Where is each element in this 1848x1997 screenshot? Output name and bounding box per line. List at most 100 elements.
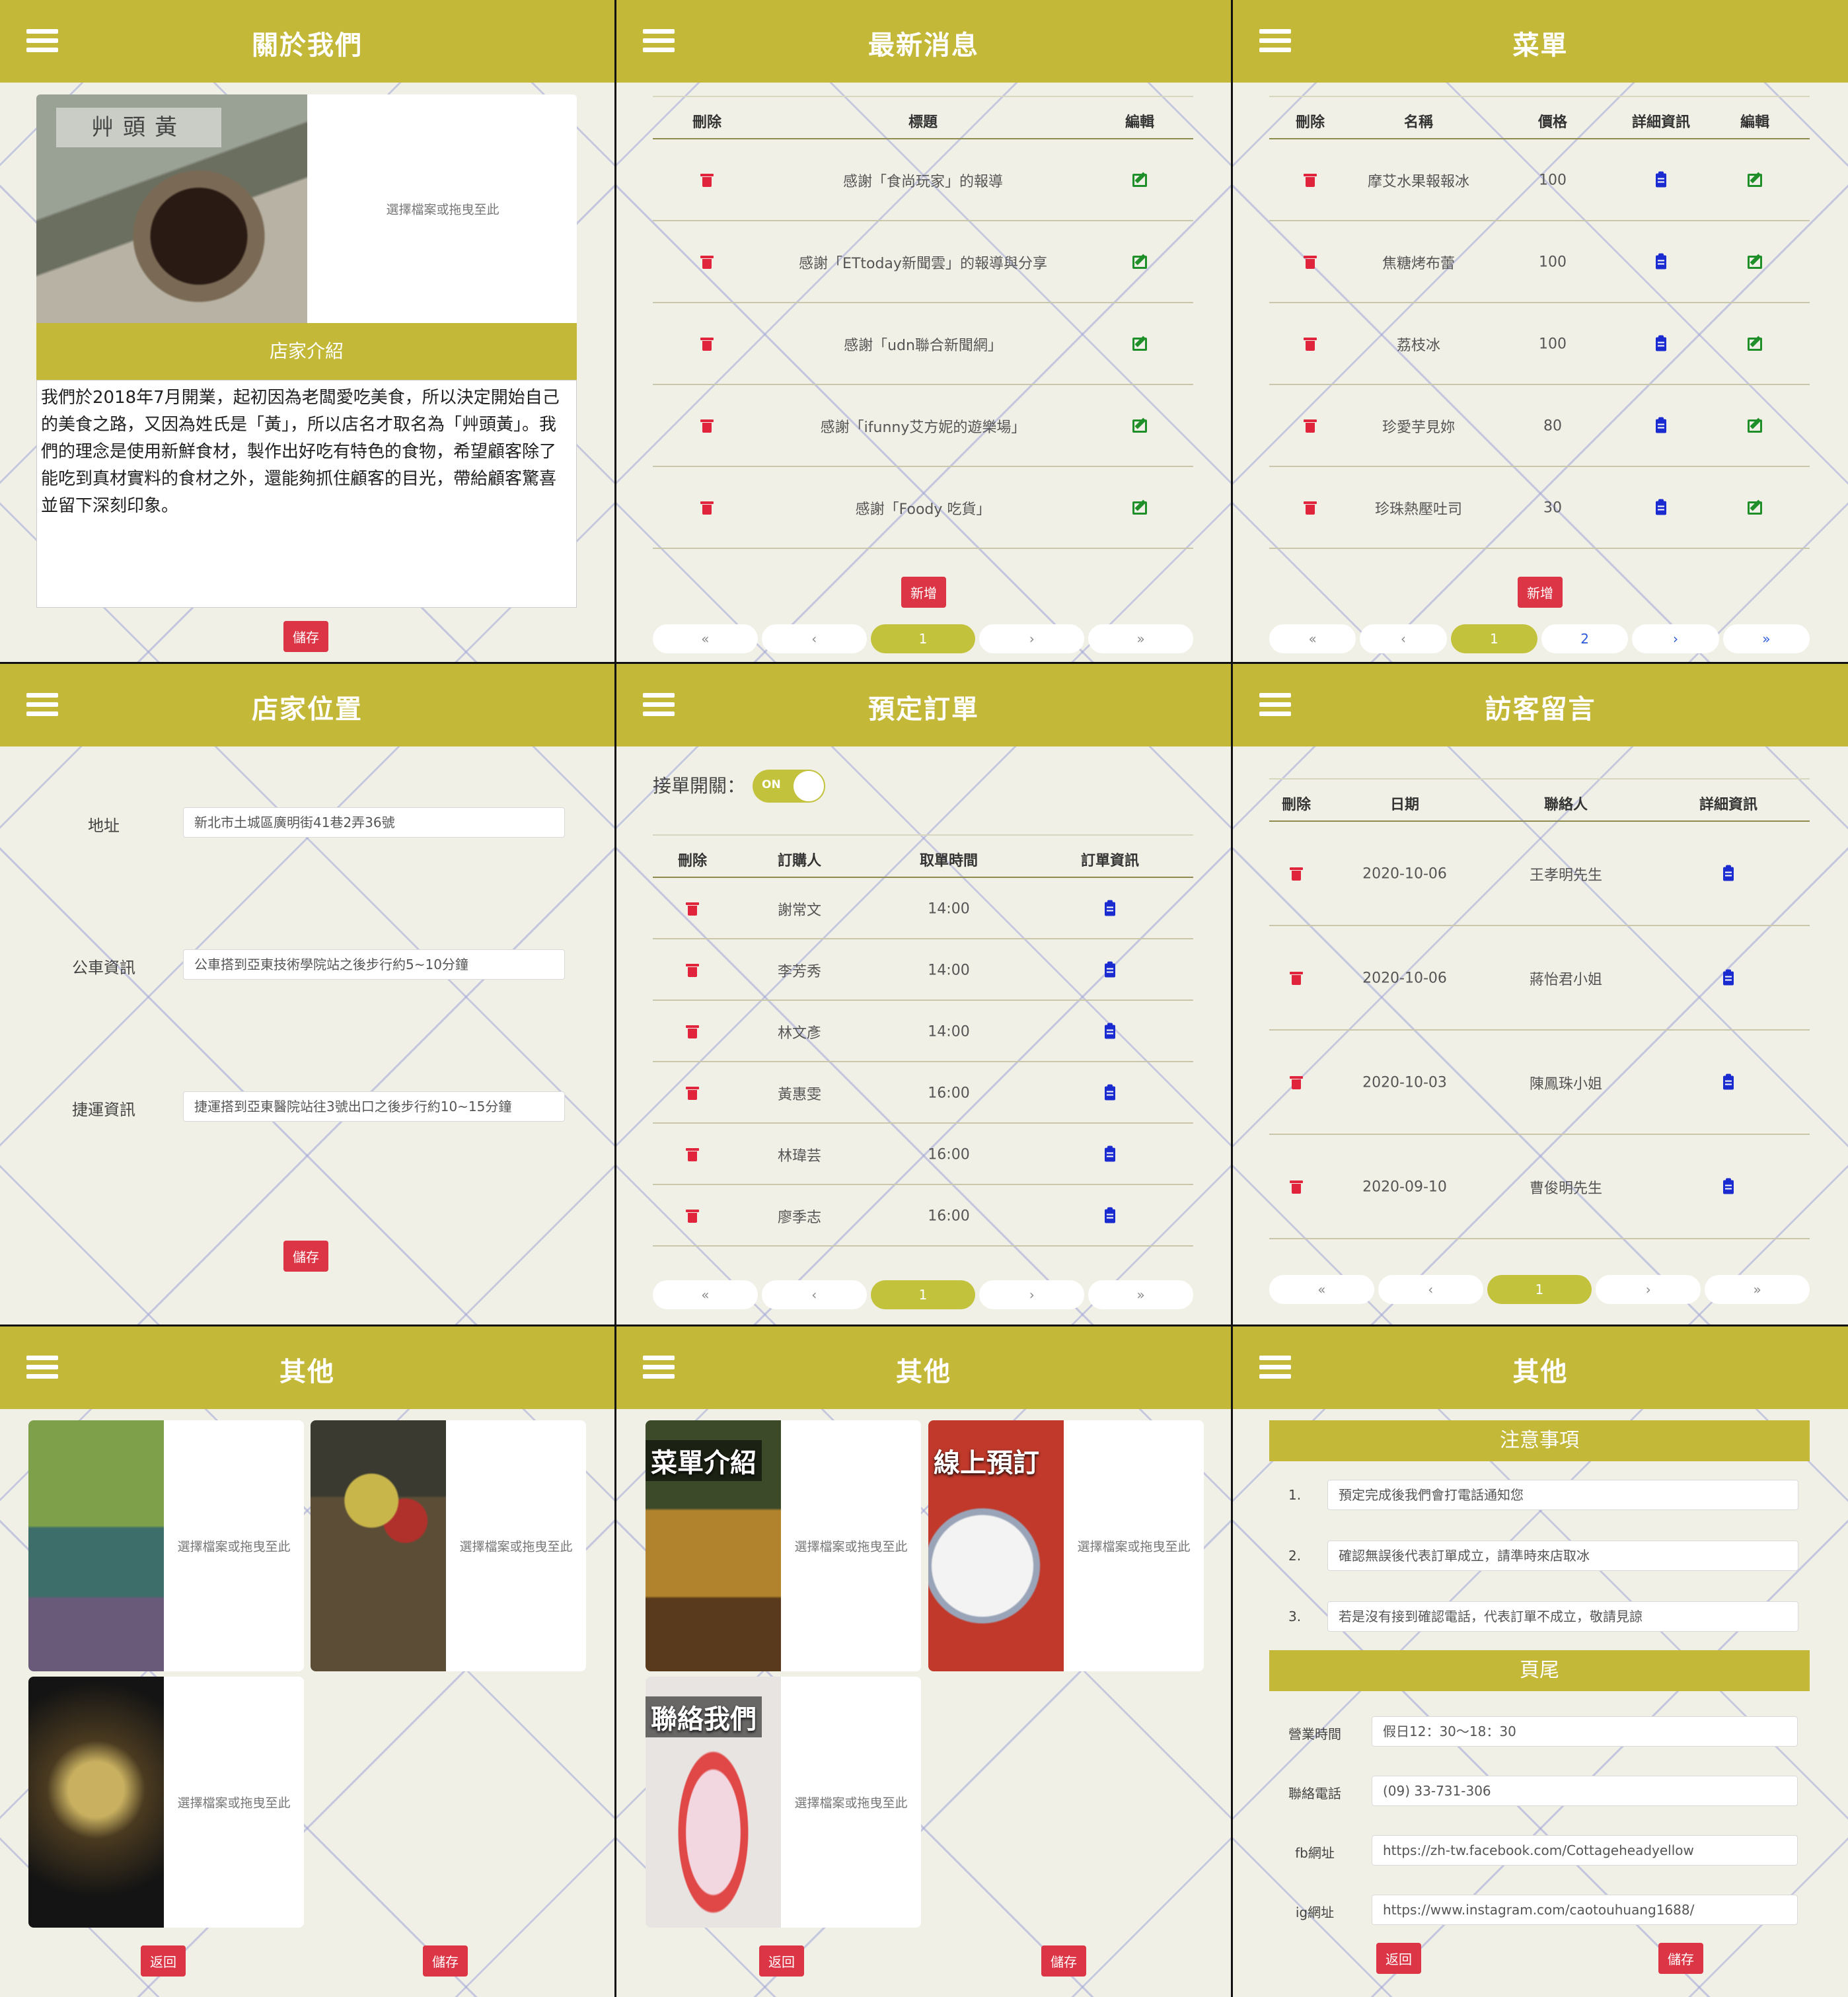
page-button[interactable]: › xyxy=(979,1280,1085,1309)
upload-dropzone[interactable]: 選擇檔案或拖曳至此 xyxy=(311,1420,586,1671)
clipboard-icon[interactable] xyxy=(1105,1084,1115,1100)
page-button[interactable]: › xyxy=(1596,1275,1701,1304)
footer-field-input[interactable]: https://zh-tw.facebook.com/Cottageheadye… xyxy=(1372,1835,1798,1866)
edit-icon[interactable] xyxy=(1748,501,1762,515)
edit-icon[interactable] xyxy=(1132,174,1147,187)
clipboard-icon[interactable] xyxy=(1723,865,1734,881)
edit-icon[interactable] xyxy=(1748,338,1762,351)
upload-dropzone[interactable]: 艸頭黃 選擇檔案或拖曳至此 xyxy=(36,94,577,323)
clipboard-icon[interactable] xyxy=(1656,417,1666,433)
trash-icon[interactable] xyxy=(700,501,714,515)
page-button[interactable]: » xyxy=(1705,1275,1810,1304)
trash-icon[interactable] xyxy=(1304,256,1317,269)
page-button[interactable]: « xyxy=(1269,1275,1374,1304)
clipboard-icon[interactable] xyxy=(1105,1145,1115,1161)
footer-field-input[interactable]: (09) 33-731-306 xyxy=(1372,1776,1798,1806)
edit-icon[interactable] xyxy=(1132,501,1147,515)
trash-icon[interactable] xyxy=(700,338,714,351)
order-toggle-switch[interactable]: ON xyxy=(753,770,825,803)
trash-icon[interactable] xyxy=(686,963,699,977)
field-input[interactable]: 捷運搭到亞東醫院站往3號出口之後步行約10~15分鐘 xyxy=(183,1091,565,1122)
page-current[interactable]: 1 xyxy=(870,1280,976,1309)
page-current[interactable]: 1 xyxy=(870,624,976,653)
page-button[interactable]: » xyxy=(1088,624,1193,653)
intro-textarea[interactable]: 我們於2018年7月開業，起初因為老闆愛吃美食，所以決定開始自己的美食之路，又因… xyxy=(36,380,577,608)
trash-icon[interactable] xyxy=(686,1209,699,1223)
clipboard-icon[interactable] xyxy=(1723,1073,1734,1090)
clipboard-icon[interactable] xyxy=(1723,1178,1734,1194)
page-button[interactable]: « xyxy=(653,624,758,653)
trash-icon[interactable] xyxy=(1304,174,1317,187)
page-button[interactable]: « xyxy=(653,1280,758,1309)
page-button[interactable]: ‹ xyxy=(1378,1275,1483,1304)
field-input[interactable]: 公車搭到亞東技術學院站之後步行約5~10分鐘 xyxy=(183,949,565,980)
trash-icon[interactable] xyxy=(700,256,714,269)
back-button[interactable]: 返回 xyxy=(759,1945,804,1977)
upload-hint: 選擇檔案或拖曳至此 xyxy=(177,1796,291,1811)
page-button[interactable]: » xyxy=(1088,1280,1193,1309)
back-button[interactable]: 返回 xyxy=(1376,1943,1421,1974)
page-current[interactable]: 1 xyxy=(1487,1275,1592,1304)
trash-icon[interactable] xyxy=(700,419,714,433)
trash-icon[interactable] xyxy=(686,902,699,916)
page-button[interactable]: 2 xyxy=(1541,624,1629,653)
page-button[interactable]: › xyxy=(979,624,1085,653)
trash-icon[interactable] xyxy=(1290,1076,1303,1089)
trash-icon[interactable] xyxy=(1290,867,1303,881)
trash-icon[interactable] xyxy=(1304,501,1317,515)
clipboard-icon[interactable] xyxy=(1105,900,1115,916)
item-price-cell: 100 xyxy=(1539,172,1567,189)
page-button[interactable]: › xyxy=(1632,624,1719,653)
edit-icon[interactable] xyxy=(1132,338,1147,351)
footer-field-input[interactable]: 假日12：30～18：30 xyxy=(1372,1716,1798,1747)
edit-icon[interactable] xyxy=(1132,419,1147,433)
clipboard-icon[interactable] xyxy=(1656,499,1666,515)
upload-dropzone[interactable]: 選擇檔案或拖曳至此 xyxy=(28,1420,304,1671)
trash-icon[interactable] xyxy=(1290,972,1303,985)
upload-dropzone[interactable]: 線上預訂 選擇檔案或拖曳至此 xyxy=(928,1420,1204,1671)
clipboard-icon[interactable] xyxy=(1105,1023,1115,1038)
edit-icon[interactable] xyxy=(1748,419,1762,433)
page-button[interactable]: « xyxy=(1269,624,1356,653)
upload-dropzone[interactable]: 選擇檔案或拖曳至此 xyxy=(28,1677,304,1928)
item-price-cell: 100 xyxy=(1539,254,1567,271)
trash-icon[interactable] xyxy=(686,1086,699,1100)
trash-icon[interactable] xyxy=(686,1147,699,1161)
clipboard-icon[interactable] xyxy=(1105,961,1115,977)
save-button[interactable]: 儲存 xyxy=(1658,1943,1703,1974)
save-button[interactable]: 儲存 xyxy=(423,1945,468,1977)
page-button[interactable]: ‹ xyxy=(1360,624,1447,653)
col-date: 日期 xyxy=(1389,797,1420,813)
trash-icon[interactable] xyxy=(1304,419,1317,433)
upload-dropzone[interactable]: 聯絡我們 選擇檔案或拖曳至此 xyxy=(646,1677,921,1928)
clipboard-icon[interactable] xyxy=(1105,1207,1115,1223)
notice-input[interactable]: 確認無誤後代表訂單成立，請準時來店取冰 xyxy=(1327,1541,1798,1571)
footer-field-input[interactable]: https://www.instagram.com/caotouhuang168… xyxy=(1372,1895,1798,1925)
notice-input[interactable]: 預定完成後我們會打電話通知您 xyxy=(1327,1480,1798,1510)
clipboard-icon[interactable] xyxy=(1656,171,1666,188)
field-input[interactable]: 新北市土城區廣明街41巷2弄36號 xyxy=(183,807,565,838)
notice-input[interactable]: 若是沒有接到確認電話，代表訂單不成立，敬請見諒 xyxy=(1327,1601,1798,1632)
clipboard-icon[interactable] xyxy=(1656,253,1666,270)
upload-dropzone[interactable]: 菜單介紹 選擇檔案或拖曳至此 xyxy=(646,1420,921,1671)
edit-icon[interactable] xyxy=(1748,256,1762,269)
page-button[interactable]: ‹ xyxy=(761,624,867,653)
add-button[interactable]: 新增 xyxy=(901,577,946,608)
edit-icon[interactable] xyxy=(1132,256,1147,269)
page-button[interactable]: » xyxy=(1722,624,1810,653)
trash-icon[interactable] xyxy=(686,1025,699,1038)
back-button[interactable]: 返回 xyxy=(141,1945,186,1977)
col-buyer: 訂購人 xyxy=(777,853,822,869)
save-button[interactable]: 儲存 xyxy=(283,621,328,652)
save-button[interactable]: 儲存 xyxy=(283,1241,328,1272)
clipboard-icon[interactable] xyxy=(1656,335,1666,351)
clipboard-icon[interactable] xyxy=(1723,969,1734,986)
save-button[interactable]: 儲存 xyxy=(1041,1945,1086,1977)
add-button[interactable]: 新增 xyxy=(1518,577,1563,608)
trash-icon[interactable] xyxy=(700,174,714,187)
page-current[interactable]: 1 xyxy=(1450,624,1537,653)
edit-icon[interactable] xyxy=(1748,174,1762,187)
trash-icon[interactable] xyxy=(1290,1180,1303,1194)
page-button[interactable]: ‹ xyxy=(761,1280,867,1309)
trash-icon[interactable] xyxy=(1304,338,1317,351)
